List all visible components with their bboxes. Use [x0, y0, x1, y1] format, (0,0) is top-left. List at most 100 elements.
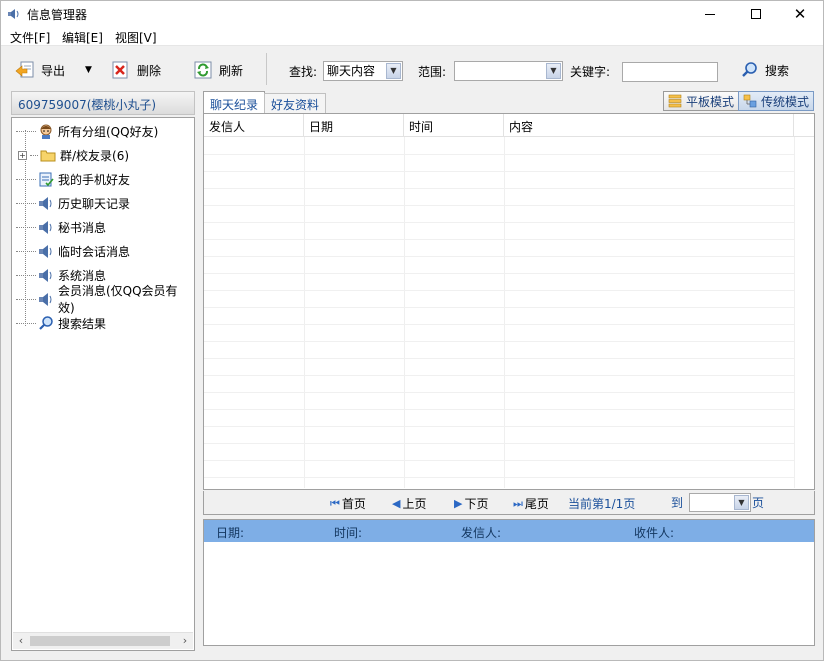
close-button[interactable]: ✕	[777, 1, 823, 27]
maximize-button[interactable]	[733, 1, 779, 27]
title-bar: 信息管理器 ✕	[1, 1, 823, 27]
goto-suffix: 页	[752, 496, 765, 510]
prev-page-button[interactable]: ◀ 上页	[392, 495, 426, 512]
tree-item-label: 我的手机好友	[58, 172, 131, 187]
grid-header: 发信人 日期 时间 内容	[204, 114, 814, 137]
tree-item-label: 系统消息	[58, 268, 107, 283]
scroll-right-icon[interactable]: ›	[178, 634, 192, 648]
detail-sender-label: 发信人:	[461, 526, 502, 540]
menu-view[interactable]: 视图[V]	[115, 29, 157, 46]
maximize-icon	[751, 9, 761, 19]
message-manager-window: 信息管理器 ✕ 文件[F] 编辑[E] 视图[V] 导出 ▼ 删除 刷新 查找:…	[0, 0, 824, 661]
column-time[interactable]: 时间	[404, 114, 504, 137]
grid-row-line	[204, 358, 794, 359]
toolbar-separator	[266, 53, 267, 85]
prev-page-label: 上页	[402, 497, 427, 511]
right-panel: 聊天纪录 好友资料 平板模式 传统模式 发信人 日期 时间 内容 ⏮ 首页 ◀ …	[203, 91, 815, 651]
delete-label: 删除	[137, 63, 162, 78]
grid-row-line	[204, 205, 794, 206]
export-icon	[15, 61, 34, 78]
grid-row-line	[204, 290, 794, 291]
first-page-icon: ⏮	[330, 496, 340, 510]
search-by-label: 查找:	[289, 65, 318, 79]
refresh-icon	[194, 61, 212, 79]
detail-header: 日期: 时间: 发信人: 收件人:	[204, 520, 814, 542]
export-dropdown-icon[interactable]: ▼	[85, 65, 92, 75]
tree-item-all-groups[interactable]: 所有分组(QQ好友)	[16, 121, 158, 141]
tree-item-mobile-friends[interactable]: 我的手机好友	[16, 169, 130, 189]
page-info: 当前第1/1页	[568, 497, 636, 511]
keyword-input[interactable]	[622, 62, 718, 82]
column-sender[interactable]: 发信人	[204, 114, 304, 137]
scroll-left-icon[interactable]: ‹	[14, 634, 28, 648]
grid-row-line	[204, 188, 794, 189]
column-date[interactable]: 日期	[304, 114, 404, 137]
tree-item-label: 临时会话消息	[58, 244, 131, 259]
tree-item-secretary[interactable]: 秘书消息	[16, 217, 106, 237]
range-select[interactable]: ▼	[454, 61, 563, 81]
grid-row-line	[204, 171, 794, 172]
minimize-button[interactable]	[687, 1, 733, 27]
tab-friend-profile[interactable]: 好友资料	[264, 93, 327, 113]
first-page-label: 首页	[341, 497, 366, 511]
speaker-icon	[8, 9, 19, 19]
tree-item-label: 群/校友录(6)	[60, 148, 130, 163]
column-content[interactable]: 内容	[504, 114, 794, 137]
grid-row-line	[204, 477, 794, 478]
grid-row-line	[204, 375, 794, 376]
close-icon: ✕	[793, 4, 807, 23]
grid-row-line	[204, 443, 794, 444]
next-page-icon: ▶	[454, 497, 463, 510]
tree-item-label: 所有分组(QQ好友)	[58, 124, 159, 139]
tab-chat-records[interactable]: 聊天纪录	[203, 91, 266, 114]
next-page-label: 下页	[464, 497, 489, 511]
grid-row-line	[204, 324, 794, 325]
horizontal-scrollbar[interactable]: ‹ ›	[13, 632, 193, 649]
next-page-button[interactable]: ▶ 下页	[454, 495, 488, 512]
grid-row-line	[204, 222, 794, 223]
grid-row-line	[204, 256, 794, 257]
tree-item-search-results[interactable]: 搜索结果	[16, 313, 106, 333]
search-by-select[interactable]: 聊天内容 ▼	[323, 61, 403, 81]
prev-page-icon: ◀	[392, 497, 401, 510]
classic-mode-button[interactable]: 传统模式	[738, 91, 815, 111]
tree-item-member[interactable]: 会员消息(仅QQ会员有效)	[16, 284, 194, 315]
menu-bar: 文件[F] 编辑[E] 视图[V]	[1, 27, 823, 46]
minimize-icon	[705, 13, 715, 15]
grid-divider	[404, 137, 405, 488]
folder-icon	[40, 150, 56, 162]
grid-divider	[304, 137, 305, 488]
pager-bar: ⏮ 首页 ◀ 上页 ▶ 下页 ⏭ 尾页 当前第1/1页 到 ▼ 页	[203, 491, 815, 515]
flat-mode-button[interactable]: 平板模式	[663, 91, 740, 111]
tree-item-history[interactable]: 历史聊天记录	[16, 193, 130, 213]
chevron-down-icon: ▼	[734, 495, 749, 510]
refresh-button[interactable]: 刷新	[193, 59, 243, 81]
grid-row-line	[204, 273, 794, 274]
tree-item-label: 历史聊天记录	[58, 196, 131, 211]
account-header[interactable]: 609759007(樱桃小丸子)	[11, 91, 195, 115]
last-page-button[interactable]: ⏭ 尾页	[513, 495, 549, 512]
scroll-thumb[interactable]	[30, 636, 170, 646]
first-page-button[interactable]: ⏮ 首页	[330, 495, 366, 512]
search-button[interactable]: 搜索	[741, 59, 789, 81]
menu-file[interactable]: 文件[F]	[10, 29, 50, 46]
speaker-icon	[39, 245, 52, 258]
left-panel: 609759007(樱桃小丸子) 所有分组(QQ好友) + 群/校友录(6) 我…	[11, 91, 195, 651]
delete-icon	[112, 61, 128, 79]
export-button[interactable]: 导出 ▼	[15, 59, 92, 81]
grid-row-line	[204, 392, 794, 393]
expand-icon[interactable]: +	[18, 150, 27, 160]
delete-button[interactable]: 删除	[111, 59, 161, 81]
export-label: 导出	[41, 63, 66, 78]
grid-row-line	[204, 426, 794, 427]
detail-date-label: 日期:	[216, 526, 245, 540]
tree-item-temp-session[interactable]: 临时会话消息	[16, 241, 130, 261]
detail-time-label: 时间:	[334, 526, 363, 540]
category-tree: 所有分组(QQ好友) + 群/校友录(6) 我的手机好友 历史聊天记录 秘书消息…	[11, 117, 195, 651]
search-label: 搜索	[765, 63, 790, 78]
search-icon	[742, 62, 757, 77]
tree-item-groups[interactable]: + 群/校友录(6)	[18, 145, 129, 165]
goto-page-select[interactable]: ▼	[689, 493, 751, 512]
menu-edit[interactable]: 编辑[E]	[62, 29, 103, 46]
flat-mode-icon	[668, 94, 682, 108]
